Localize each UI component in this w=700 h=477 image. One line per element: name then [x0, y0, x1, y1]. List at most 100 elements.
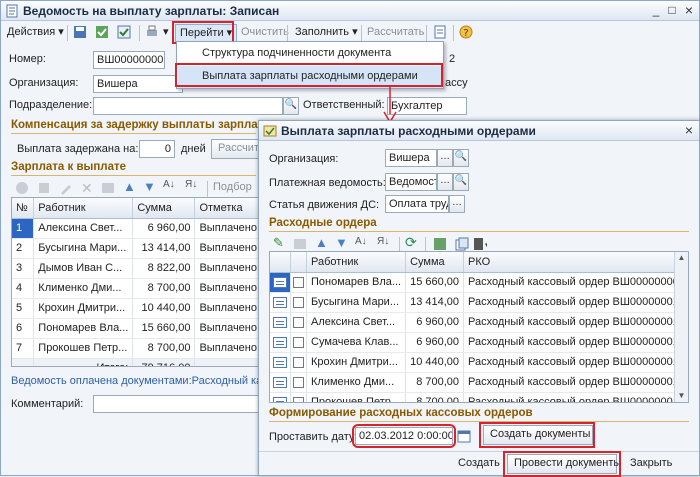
dialog-org-select-icon[interactable]: … — [437, 149, 453, 167]
create-button[interactable]: Создать — [451, 454, 500, 474]
checkbox[interactable] — [293, 376, 304, 388]
paid-documents-link[interactable]: Ведомость оплачена документами:Расходный… — [11, 375, 261, 387]
add-row-icon[interactable] — [15, 181, 29, 195]
col-rko[interactable]: РКО — [463, 252, 688, 273]
copy-row-icon[interactable] — [37, 181, 51, 195]
row-checkbox[interactable] — [290, 372, 307, 393]
minimize-icon[interactable]: _ — [648, 3, 664, 18]
actions-menu-button[interactable]: Действия ▾ — [3, 24, 68, 42]
post-icon[interactable] — [117, 25, 131, 39]
dialog-close-icon[interactable]: × — [681, 123, 697, 138]
row-checkbox[interactable] — [290, 272, 307, 293]
table-row[interactable]: 2 Бусыгина Мари... 13 414,00 Выплачено — [12, 238, 260, 259]
col-number[interactable]: № — [12, 198, 35, 219]
grid-icon[interactable] — [293, 237, 307, 251]
table-row[interactable]: 3 Дымов Иван С... 8 822,00 Выплачено — [12, 258, 260, 279]
table-scrollbar[interactable]: ▲ ▼ — [674, 252, 688, 402]
checkbox[interactable] — [293, 276, 304, 288]
print-icon[interactable] — [145, 25, 159, 39]
checkbox-menu-icon[interactable]: ▾ — [473, 237, 487, 251]
table-row[interactable]: 7 Прокошев Петр... 8 700,00 Выплачено — [12, 338, 260, 359]
move-up-icon[interactable]: ▲ — [123, 179, 136, 194]
move-up-icon[interactable]: ▲ — [315, 235, 328, 250]
menu-item-subordination-structure[interactable]: Структура подчиненности документа — [178, 43, 442, 65]
checkbox[interactable] — [293, 336, 304, 348]
col-sum[interactable]: Сумма — [405, 252, 465, 273]
close-button[interactable]: Закрыть — [623, 454, 675, 474]
table-row[interactable]: Бусыгина Мари... 13 414,00 Расходный кас… — [270, 292, 688, 313]
edit-icon[interactable]: ✎ — [273, 235, 284, 251]
section-divider — [269, 421, 689, 422]
edit-row-icon[interactable] — [59, 181, 73, 195]
maximize-icon[interactable]: □ — [664, 3, 680, 18]
clear-button[interactable]: Очистить — [237, 24, 293, 42]
help-icon[interactable]: ? — [459, 25, 473, 39]
col-employee[interactable]: Работник — [306, 252, 407, 273]
row-checkbox[interactable] — [290, 392, 307, 402]
print-dropdown[interactable]: ▾ — [159, 24, 173, 42]
dialog-org-search-icon[interactable]: 🔍 — [453, 149, 469, 167]
subdivision-field[interactable] — [93, 97, 283, 115]
article-field[interactable]: Оплата труда — [385, 195, 449, 213]
table-row[interactable]: Алексина Свет... 6 960,00 Расходный касс… — [270, 312, 688, 333]
row-number: 5 — [12, 298, 35, 319]
save-icon[interactable] — [73, 25, 87, 39]
row-checkbox[interactable] — [290, 312, 307, 333]
table-row[interactable]: Прокошев Петр... 8 700,00 Расходный касс… — [270, 392, 688, 402]
statement-search-icon[interactable]: 🔍 — [453, 173, 469, 191]
fill-menu-button[interactable]: Заполнить ▾ — [291, 24, 362, 42]
sort-desc-icon[interactable]: Я↓ — [185, 179, 197, 190]
sort-desc-icon[interactable]: Я↓ — [377, 236, 389, 247]
row-checkbox[interactable] — [290, 352, 307, 373]
list-icon[interactable] — [433, 25, 447, 39]
subdivision-search-icon[interactable]: 🔍 — [283, 97, 299, 115]
scroll-up-icon[interactable]: ▲ — [675, 252, 688, 264]
copy-icon[interactable] — [455, 237, 469, 251]
row-checkbox[interactable] — [290, 332, 307, 353]
col-employee[interactable]: Работник — [33, 198, 134, 219]
comment-field[interactable] — [93, 395, 259, 413]
statement-select-icon[interactable]: … — [437, 173, 453, 191]
dialog-org-field[interactable]: Вишера — [385, 149, 437, 167]
post-and-close-icon[interactable] — [95, 25, 109, 39]
create-documents-button[interactable]: Создать документы — [483, 425, 593, 445]
close-icon[interactable]: × — [681, 3, 697, 18]
selection-button[interactable]: Подбор — [213, 181, 252, 193]
checkbox[interactable] — [293, 316, 304, 328]
row-checkbox[interactable] — [290, 292, 307, 313]
delete-row-icon[interactable]: ✕ — [81, 180, 93, 197]
col-sum[interactable]: Сумма — [132, 198, 196, 219]
table-row[interactable]: 6 Пономарев Вла... 15 660,00 Выплачено — [12, 318, 260, 339]
checkbox[interactable] — [293, 396, 304, 402]
checkbox[interactable] — [293, 296, 304, 308]
col-mark[interactable]: Отметка — [194, 198, 260, 219]
org-field[interactable]: Вишера — [93, 75, 183, 93]
grid-icon[interactable] — [101, 181, 115, 195]
table-row[interactable]: 1 Алексина Свет... 6 960,00 Выплачено — [12, 218, 260, 239]
statement-field[interactable]: Ведомость — [385, 173, 437, 191]
table-row[interactable]: 4 Клименко Дми... 8 700,00 Выплачено — [12, 278, 260, 299]
sort-asc-icon[interactable]: A↓ — [163, 179, 175, 190]
number-field[interactable]: ВШ000000002 — [93, 51, 165, 69]
move-down-icon[interactable]: ▼ — [335, 235, 348, 250]
date-field[interactable]: 02.03.2012 0:00:00 — [355, 427, 453, 445]
goto-menu-button[interactable]: Перейти ▾ — [175, 24, 238, 42]
sort-asc-icon[interactable]: A↓ — [355, 236, 367, 247]
calculate-button[interactable]: Рассчитать — [363, 24, 428, 42]
post-documents-button[interactable]: Провести документы — [507, 454, 621, 474]
checkbox[interactable] — [293, 356, 304, 368]
article-select-icon[interactable]: … — [449, 195, 465, 213]
refresh-icon[interactable]: ⟳ — [405, 234, 417, 251]
select-all-icon[interactable] — [433, 237, 447, 251]
table-row[interactable]: Крохин Дмитри... 10 440,00 Расходный кас… — [270, 352, 688, 373]
move-down-icon[interactable]: ▼ — [143, 179, 156, 194]
table-row[interactable]: 5 Крохин Дмитри... 10 440,00 Выплачено — [12, 298, 260, 319]
calendar-icon[interactable] — [457, 429, 471, 443]
table-row[interactable]: Клименко Дми... 8 700,00 Расходный кассо… — [270, 372, 688, 393]
scroll-down-icon[interactable]: ▼ — [675, 390, 688, 402]
recalculate-button[interactable]: Рассчита — [211, 139, 261, 159]
table-row[interactable]: Пономарев Вла... 15 660,00 Расходный кас… — [270, 272, 688, 293]
table-row[interactable]: Сумачева Клав... 6 960,00 Расходный касс… — [270, 332, 688, 353]
menu-item-salary-by-cash-orders[interactable]: Выплата зарплаты расходными ордерами — [178, 66, 442, 88]
delay-field[interactable]: 0 — [139, 140, 175, 158]
